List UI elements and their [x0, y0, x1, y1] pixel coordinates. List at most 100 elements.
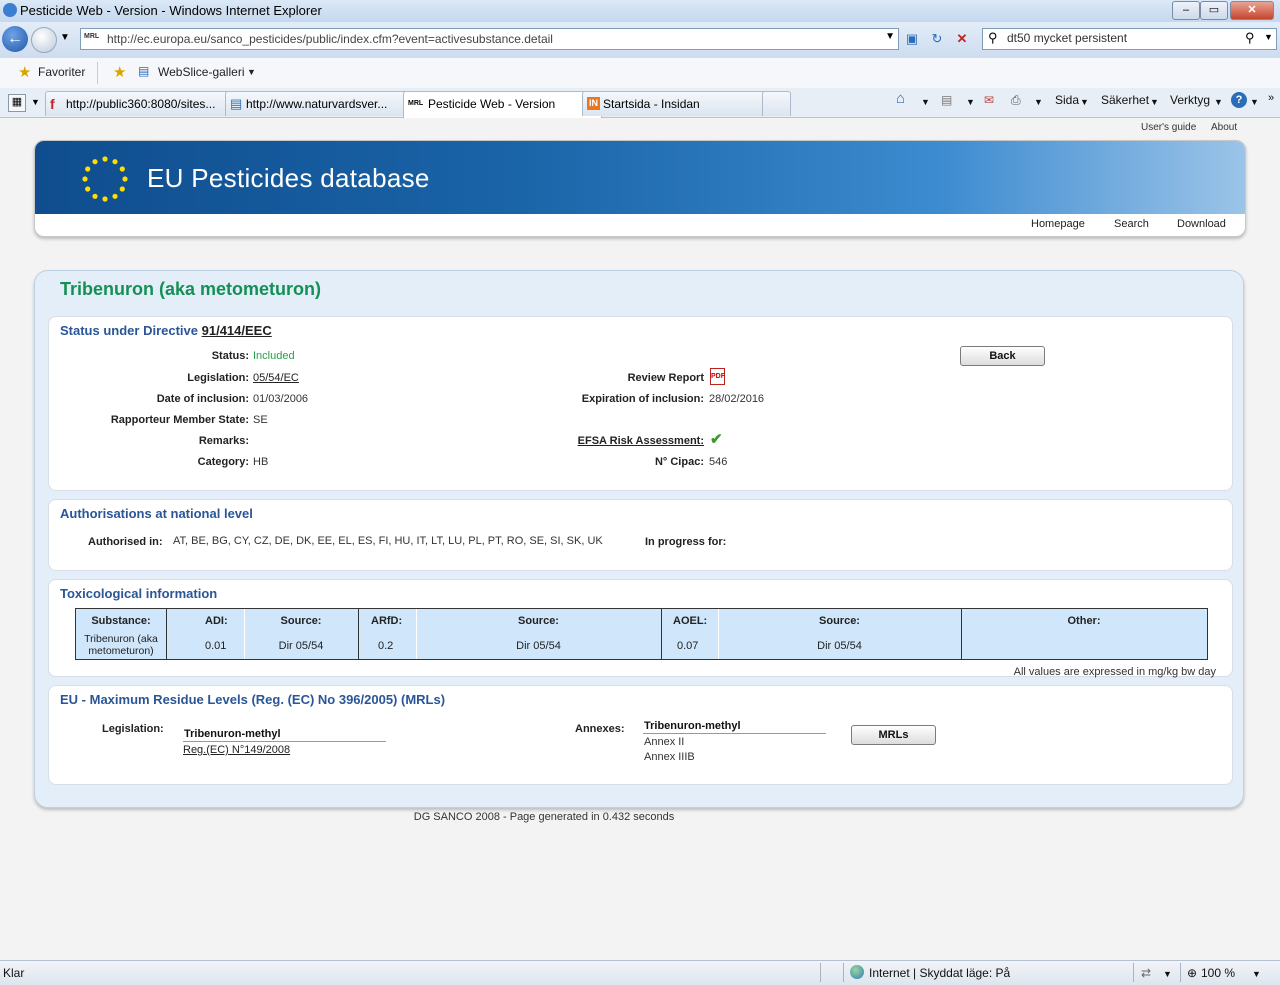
authorisations-heading: Authorisations at national level [60, 506, 253, 521]
table-divider [661, 609, 662, 659]
page-dropdown-icon[interactable]: ▼ [1080, 97, 1089, 107]
forward-arrow-icon[interactable] [31, 27, 57, 53]
th-arfd: ARfD: [371, 615, 403, 627]
pdf-icon[interactable]: PDF [710, 368, 725, 385]
site-favicon: MRL [84, 33, 100, 40]
ie-page-icon: ▤ [230, 96, 243, 111]
minimize-button[interactable]: – [1172, 1, 1200, 20]
close-window-button[interactable]: ✕ [1230, 1, 1274, 20]
refresh-icon[interactable]: ↻ [927, 29, 947, 49]
popup-blocker-icon[interactable]: ⇄ [1141, 966, 1151, 980]
webslice-gallery-link[interactable]: WebSlice-galleri [158, 65, 244, 79]
mrl-regulation-link[interactable]: Reg.(EC) N°149/2008 [183, 744, 290, 756]
search-icon[interactable]: ⚲ [1245, 30, 1255, 46]
new-tab-button[interactable] [762, 91, 791, 116]
search-dropdown-icon[interactable]: ▼ [1264, 32, 1273, 42]
td-source: Dir 05/54 [817, 640, 862, 652]
back-button[interactable]: Back [960, 346, 1045, 366]
favorites-star-icon[interactable]: ★ [18, 63, 31, 81]
maximize-button[interactable]: ▭ [1200, 1, 1228, 20]
zoom-icon[interactable]: ⊕ [1187, 966, 1197, 980]
status-divider [1133, 963, 1134, 982]
favorites-bar: ★ Favoriter ★ ▤ WebSlice-galleri ▼ [0, 58, 1280, 89]
feeds-dropdown-icon[interactable]: ▼ [966, 97, 975, 107]
tab-label: Pesticide Web - Version [428, 97, 556, 111]
address-dropdown-icon[interactable]: ▼ [885, 31, 895, 42]
tab-public360[interactable]: f http://public360:8080/sites... [45, 91, 245, 116]
th-aoel: AOEL: [673, 615, 708, 627]
mrls-button[interactable]: MRLs [851, 725, 936, 745]
feeds-icon[interactable]: ▤ [941, 93, 952, 107]
window-title: Pesticide Web - Version - Windows Intern… [20, 3, 322, 18]
table-divider [358, 609, 359, 659]
tab-startsida[interactable]: IN Startsida - Insidan [582, 91, 780, 116]
content-panel: Tribenuron (aka metometuron) Status unde… [34, 270, 1244, 808]
users-guide-link[interactable]: User's guide [1141, 122, 1196, 133]
in-progress-label: In progress for: [645, 536, 727, 548]
remarks-label: Remarks: [198, 435, 249, 447]
mail-icon[interactable]: ✉ [984, 93, 994, 107]
page-footer: DG SANCO 2008 - Page generated in 0.432 … [413, 811, 675, 823]
units-note: All values are expressed in mg/kg bw day [1013, 666, 1216, 678]
help-dropdown-icon[interactable]: ▼ [1250, 97, 1259, 107]
home-icon[interactable]: ⌂ [896, 90, 905, 107]
legislation-link[interactable]: 05/54/EC [253, 372, 299, 384]
mrl-favicon-icon: MRL [408, 100, 424, 107]
mrl-legislation-substance: Tribenuron-methyl [184, 728, 281, 740]
about-link[interactable]: About [1211, 122, 1237, 133]
nav-search[interactable]: Search [1114, 218, 1149, 230]
search-box[interactable]: ⚲ ⚲ ▼ [982, 28, 1277, 50]
help-icon[interactable]: ? [1231, 92, 1247, 108]
tab-list-dropdown-icon[interactable]: ▼ [31, 97, 40, 107]
banner-background: EU Pesticides database [35, 141, 1245, 214]
popup-dropdown-icon[interactable]: ▼ [1163, 969, 1172, 979]
address-bar[interactable]: MRL http://ec.europa.eu/sanco_pesticides… [80, 28, 899, 50]
favorites-button[interactable]: Favoriter [38, 65, 85, 79]
internet-zone-icon [850, 965, 864, 979]
search-input[interactable] [1007, 30, 1247, 46]
expiration-value: 28/02/2016 [709, 393, 765, 405]
webslice-dropdown-icon[interactable]: ▼ [247, 67, 256, 77]
annex-item: Annex IIIB [644, 751, 695, 763]
status-bar: Klar Internet | Skyddat läge: På ⇄ ▼ ⊕ 1… [0, 960, 1280, 985]
url-text[interactable]: http://ec.europa.eu/sanco_pesticides/pub… [107, 32, 553, 46]
stop-icon[interactable]: ✕ [952, 29, 972, 49]
zoom-dropdown-icon[interactable]: ▼ [1252, 969, 1261, 979]
back-arrow-icon[interactable]: ← [2, 26, 28, 52]
search-provider-icon: ⚲ [988, 30, 998, 45]
tab-pesticide-web[interactable]: MRL Pesticide Web - Version ✕ [403, 91, 602, 118]
webslice-icon: ▤ [138, 64, 150, 78]
efsa-risk-assessment-link[interactable]: EFSA Risk Assessment: [578, 435, 704, 447]
tools-dropdown-icon[interactable]: ▼ [1214, 97, 1223, 107]
safety-menu[interactable]: Säkerhet [1101, 93, 1149, 107]
th-adi: ADI: [205, 615, 228, 627]
nav-homepage[interactable]: Homepage [1031, 218, 1085, 230]
directive-link[interactable]: 91/414/EEC [202, 323, 272, 338]
status-heading-text: Status under Directive [60, 323, 198, 338]
zoom-level[interactable]: 100 % [1201, 966, 1235, 980]
history-dropdown-icon[interactable]: ▼ [60, 32, 70, 43]
nav-download[interactable]: Download [1177, 218, 1226, 230]
mrl-heading: EU - Maximum Residue Levels (Reg. (EC) N… [60, 692, 446, 707]
quick-tabs-icon[interactable]: ▦ [8, 94, 26, 112]
security-zone-text[interactable]: Internet | Skyddat läge: På [869, 966, 1010, 980]
ie-app-icon [3, 3, 17, 17]
public360-favicon-icon: f [50, 96, 55, 112]
print-dropdown-icon[interactable]: ▼ [1034, 97, 1043, 107]
tab-row: ▦ ▼ f http://public360:8080/sites... ▤ h… [0, 88, 1280, 118]
table-divider [166, 609, 167, 659]
toolbar-chevron-icon[interactable]: » [1268, 92, 1274, 104]
site-banner: EU Pesticides database Homepage Search D… [34, 140, 1246, 237]
page-menu[interactable]: Sida [1055, 93, 1079, 107]
safety-dropdown-icon[interactable]: ▼ [1150, 97, 1159, 107]
substance-title: Tribenuron (aka metometuron) [60, 279, 322, 299]
td-arfd: 0.2 [378, 640, 394, 652]
print-icon[interactable]: ⎙ [1011, 93, 1021, 108]
home-dropdown-icon[interactable]: ▼ [921, 97, 930, 107]
tab-label: Startsida - Insidan [603, 97, 700, 111]
tab-naturvardsverket[interactable]: ▤ http://www.naturvardsver... [225, 91, 423, 116]
add-favorite-icon[interactable]: ★ [113, 63, 126, 81]
tools-menu[interactable]: Verktyg [1170, 93, 1210, 107]
tab-label: http://www.naturvardsver... [246, 97, 388, 111]
compatibility-view-icon[interactable]: ▣ [902, 29, 922, 49]
